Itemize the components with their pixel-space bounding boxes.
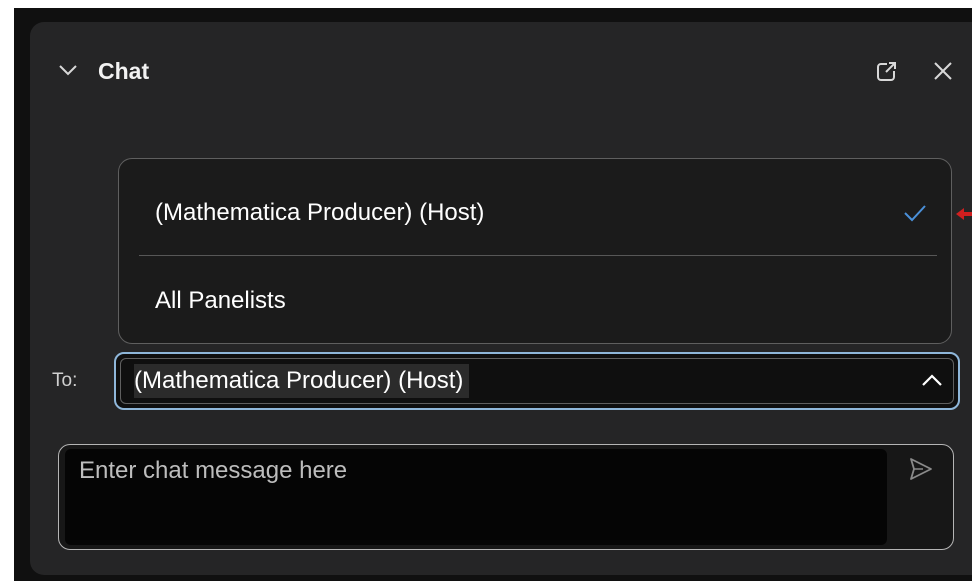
send-icon[interactable] <box>907 455 935 483</box>
menu-item-host[interactable]: (Mathematica Producer) (Host) <box>119 159 951 255</box>
menu-item-label: All Panelists <box>155 287 286 314</box>
menu-divider <box>139 255 937 256</box>
red-arrow-icon <box>956 208 972 220</box>
collapse-button[interactable] <box>56 58 80 82</box>
recipient-dropdown-menu: (Mathematica Producer) (Host) All Paneli… <box>118 158 952 344</box>
check-icon <box>904 205 926 222</box>
to-label: To: <box>52 370 78 391</box>
menu-item-all-panelists[interactable]: All Panelists <box>119 257 951 343</box>
message-composer <box>58 444 954 550</box>
menu-item-label: (Mathematica Producer) (Host) <box>155 199 485 226</box>
recipient-select-value: (Mathematica Producer) (Host) <box>134 364 470 398</box>
chat-title: Chat <box>98 58 150 84</box>
popout-button[interactable] <box>872 56 902 86</box>
close-button[interactable] <box>928 56 958 86</box>
screenshot-root: Chat (Mathematica Producer) (Host) All P… <box>0 0 972 581</box>
chat-message-input[interactable] <box>65 449 887 545</box>
chevron-up-icon <box>922 374 942 386</box>
recipient-select[interactable]: (Mathematica Producer) (Host) <box>114 352 960 410</box>
close-icon <box>934 62 952 80</box>
chevron-down-icon <box>59 65 77 76</box>
popout-icon <box>877 61 897 81</box>
